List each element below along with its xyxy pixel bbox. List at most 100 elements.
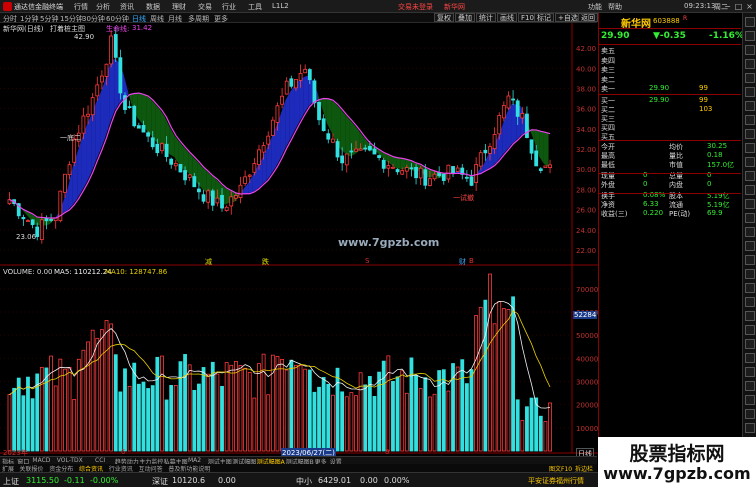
side-tool-icon[interactable] — [745, 283, 755, 293]
index3-name[interactable]: 中小 — [296, 476, 312, 487]
volume-bar-down — [409, 357, 414, 452]
indicator-tab-4[interactable]: CCI — [95, 457, 105, 464]
volume-bar-down — [377, 371, 382, 452]
side-tool-icon[interactable] — [745, 297, 755, 307]
center-link[interactable]: 新华网 — [444, 2, 465, 12]
volume-bar-up — [247, 372, 252, 452]
volume-bar-up — [49, 355, 53, 452]
volume-bar-up — [238, 365, 243, 452]
stat-label: 市值 — [669, 161, 683, 169]
menu-item-industry[interactable]: 行业 — [222, 2, 236, 12]
volume-bar-down — [326, 383, 331, 452]
side-tool-icon[interactable] — [745, 171, 755, 181]
side-tool-icon[interactable] — [745, 73, 755, 83]
side-tool-icon[interactable] — [745, 353, 755, 363]
side-tool-icon[interactable] — [745, 423, 755, 433]
volume-bar-down — [335, 367, 340, 452]
candle-up — [520, 113, 525, 119]
stats-button[interactable]: 统计 — [476, 13, 496, 22]
side-tool-icon[interactable] — [745, 129, 755, 139]
kline-chart[interactable]: 42.00 40.00 38.00 36.00 34.00 32.00 30.00 28.00… — [0, 23, 598, 456]
volume-bar-down — [113, 354, 118, 452]
volume-tick-label: 20000 — [576, 402, 598, 410]
side-tool-icon[interactable] — [745, 255, 755, 265]
side-tool-icon[interactable] — [745, 115, 755, 125]
index1-name[interactable]: 上证 — [3, 476, 19, 487]
volume-bar-down — [118, 391, 123, 452]
side-tool-icon[interactable] — [745, 269, 755, 279]
side-tool-icon[interactable] — [745, 325, 755, 335]
overlay-button[interactable]: 叠加 — [455, 13, 475, 22]
add-watchlist-button[interactable]: +自选 — [555, 13, 581, 22]
side-tool-icon[interactable] — [745, 143, 755, 153]
back-button[interactable]: 返回 — [578, 13, 598, 22]
price-change: ▼-0.35 — [653, 31, 686, 41]
menu-item-finance[interactable]: 理财 — [172, 2, 186, 12]
bid-level-2: 买二 103 — [599, 105, 741, 114]
candle-down — [169, 158, 174, 165]
menu-item-analysis[interactable]: 分析 — [96, 2, 110, 12]
side-tool-icon[interactable] — [745, 381, 755, 391]
mark-button[interactable]: 标记 — [534, 13, 554, 22]
menu-item-news[interactable]: 资讯 — [120, 2, 134, 12]
stat-value: 69.9 — [707, 209, 723, 217]
falling-band-segment — [35, 217, 41, 226]
menu-item-data[interactable]: 数据 — [146, 2, 160, 12]
candle-down — [451, 166, 455, 174]
menu-item-l1l2[interactable]: L1L2 — [272, 2, 289, 10]
side-tool-icon[interactable] — [745, 199, 755, 209]
side-tool-icon[interactable] — [745, 227, 755, 237]
adjust-button[interactable]: 复权 — [434, 13, 454, 22]
candle-down — [127, 106, 132, 109]
menu-item-function[interactable]: 功能 — [588, 2, 602, 12]
side-tool-icon[interactable] — [745, 185, 755, 195]
book-level-label: 卖四 — [601, 56, 615, 65]
high-price-label: 42.90 — [74, 33, 95, 41]
candle-up — [160, 143, 164, 152]
candle-up — [280, 95, 284, 105]
side-tool-icon[interactable] — [745, 395, 755, 405]
indicator-tab-2[interactable]: MACD — [32, 457, 50, 464]
volume-bar-up — [63, 368, 67, 452]
side-tool-icon[interactable] — [745, 339, 755, 349]
side-tool-icon[interactable] — [745, 213, 755, 223]
side-tool-icon[interactable] — [745, 45, 755, 55]
volume-bar-up — [104, 320, 109, 452]
maximize-icon[interactable]: □ — [733, 1, 744, 12]
menu-item-help[interactable]: 帮助 — [608, 2, 622, 12]
candle-down — [183, 170, 187, 181]
volume-bar-up — [243, 367, 248, 452]
side-tool-icon[interactable] — [745, 31, 755, 41]
volume-bar-down — [289, 359, 294, 452]
minimize-icon[interactable]: − — [722, 1, 733, 12]
side-tool-icon[interactable] — [745, 157, 755, 167]
menu-item-tools[interactable]: 工具 — [248, 2, 262, 12]
quote-separator — [599, 173, 741, 174]
side-tool-icon[interactable] — [745, 87, 755, 97]
volume-bar-up — [72, 398, 77, 452]
menu-item-market[interactable]: 行情 — [74, 2, 88, 12]
candle-down — [525, 113, 529, 138]
ask-level-4: 卖四 — [599, 56, 741, 65]
broker-feed[interactable]: 平安证券福州行情 — [528, 476, 584, 486]
indicator-tab-3[interactable]: VOL-TDX — [57, 457, 83, 464]
side-tool-icon[interactable] — [745, 59, 755, 69]
side-tool-icon[interactable] — [745, 241, 755, 251]
rising-band-segment — [86, 115, 92, 183]
login-status[interactable]: 交易未登录 — [398, 2, 433, 12]
indicator-tab-8[interactable]: MA2 — [188, 457, 201, 464]
candle-up — [548, 164, 552, 168]
menu-item-trade[interactable]: 交易 — [198, 2, 212, 12]
side-tool-icon[interactable] — [745, 17, 755, 27]
volume-bar-up — [224, 362, 229, 452]
side-tool-icon[interactable] — [745, 367, 755, 377]
side-tool-icon[interactable] — [745, 409, 755, 419]
candle-up — [284, 80, 289, 95]
close-icon[interactable]: × — [744, 1, 755, 12]
side-tool-icon[interactable] — [745, 101, 755, 111]
index2-name[interactable]: 深证 — [152, 476, 168, 487]
volume-bar-up — [432, 393, 437, 452]
candle-up — [238, 184, 243, 198]
side-tool-icon[interactable] — [745, 311, 755, 321]
draw-button[interactable]: 画线 — [497, 13, 517, 22]
